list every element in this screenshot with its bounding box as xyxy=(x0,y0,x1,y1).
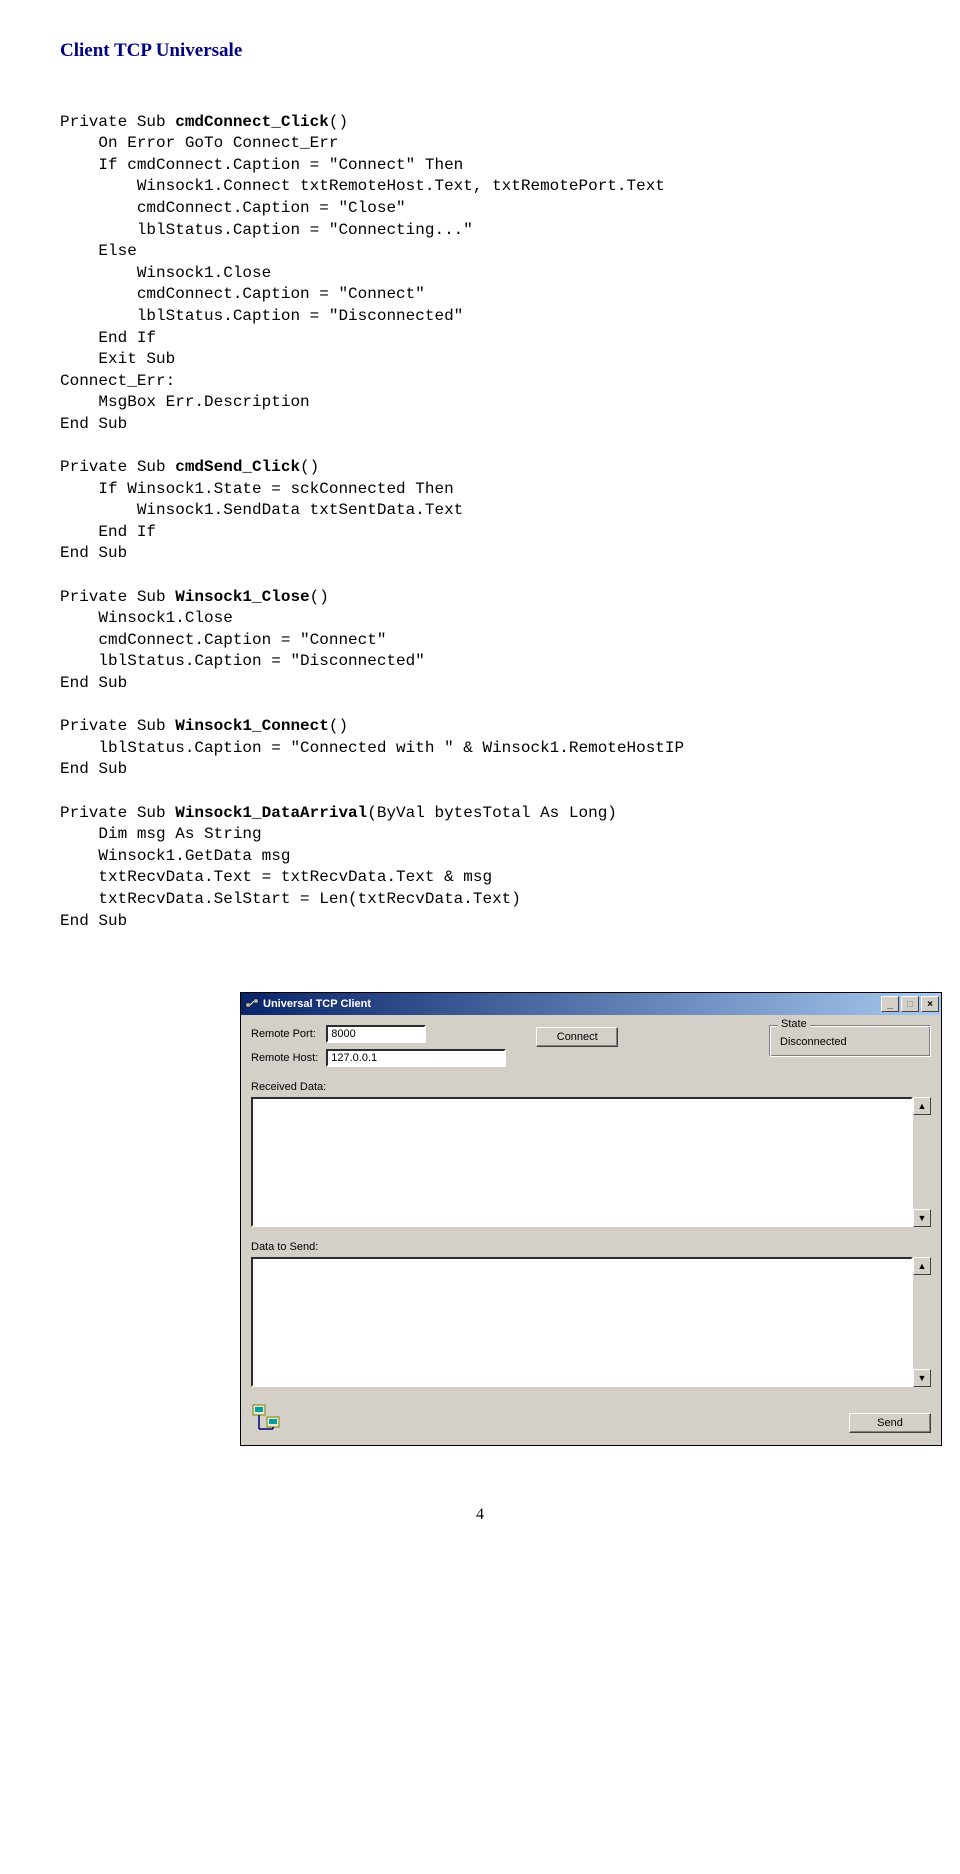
scroll-up-button[interactable]: ▲ xyxy=(913,1257,931,1275)
state-value: Disconnected xyxy=(780,1036,847,1048)
titlebar: Universal TCP Client _ □ × xyxy=(241,993,941,1015)
remote-port-input[interactable]: 8000 xyxy=(326,1025,426,1043)
send-button[interactable]: Send xyxy=(849,1413,931,1433)
window-title: Universal TCP Client xyxy=(263,998,371,1010)
app-window: Universal TCP Client _ □ × Remote Port: … xyxy=(240,992,942,1446)
page-number: 4 xyxy=(60,1506,900,1524)
scroll-down-button[interactable]: ▼ xyxy=(913,1209,931,1227)
network-icon xyxy=(251,1401,283,1433)
received-data-textarea[interactable] xyxy=(251,1097,913,1227)
close-button[interactable]: × xyxy=(921,996,939,1012)
remote-port-label: Remote Port: xyxy=(251,1028,318,1040)
scroll-down-button[interactable]: ▼ xyxy=(913,1369,931,1387)
code-listing: Private Sub cmdConnect_Click() On Error … xyxy=(60,90,900,932)
send-data-label: Data to Send: xyxy=(251,1241,931,1253)
remote-host-input[interactable]: 127.0.0.1 xyxy=(326,1049,506,1067)
send-data-textarea[interactable] xyxy=(251,1257,913,1387)
received-data-label: Received Data: xyxy=(251,1081,931,1093)
state-legend: State xyxy=(778,1018,810,1030)
app-icon xyxy=(245,997,259,1011)
state-groupbox: State Disconnected xyxy=(769,1025,931,1057)
minimize-button[interactable]: _ xyxy=(881,996,899,1012)
connect-button[interactable]: Connect xyxy=(536,1027,618,1047)
scroll-up-button[interactable]: ▲ xyxy=(913,1097,931,1115)
maximize-button[interactable]: □ xyxy=(901,996,919,1012)
page-title: Client TCP Universale xyxy=(60,40,900,62)
remote-host-label: Remote Host: xyxy=(251,1052,318,1064)
